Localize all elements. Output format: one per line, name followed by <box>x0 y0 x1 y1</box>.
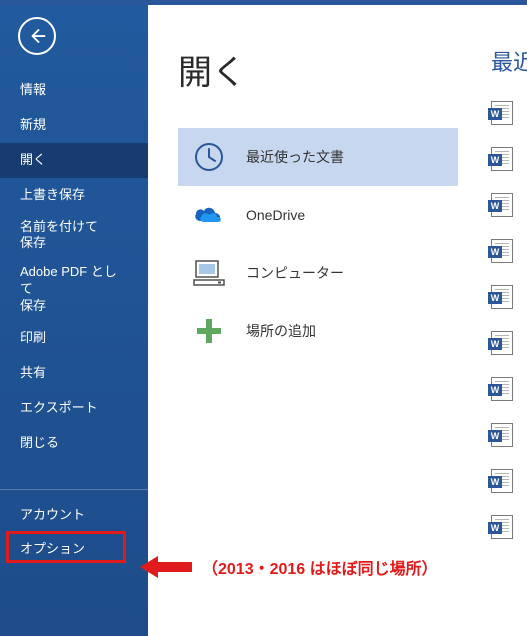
sidebar-item-print[interactable]: 印刷 <box>0 321 148 356</box>
word-document-icon[interactable]: W <box>491 285 513 309</box>
open-location-label: 最近使った文書 <box>246 147 344 167</box>
word-document-icon[interactable]: W <box>491 331 513 355</box>
sidebar-item-adobepdf[interactable]: Adobe PDF として保存 <box>0 258 148 321</box>
word-document-icon[interactable]: W <box>491 469 513 493</box>
word-document-icon[interactable]: W <box>491 515 513 539</box>
word-document-icon[interactable]: W <box>491 147 513 171</box>
sidebar-item-save[interactable]: 上書き保存 <box>0 178 148 213</box>
computer-icon <box>192 256 226 290</box>
open-locations-list: 最近使った文書 OneDrive コンピューター場所の追加 <box>178 128 458 360</box>
sidebar-item-share[interactable]: 共有 <box>0 356 148 391</box>
sidebar: 情報新規開く上書き保存名前を付けて保存Adobe PDF として保存印刷共有エク… <box>0 5 148 636</box>
add-icon <box>192 314 226 348</box>
word-document-icon[interactable]: W <box>491 239 513 263</box>
annotation-text: （2013・2016 はほぼ同じ場所） <box>202 555 438 579</box>
content-area: 開く 最近使った文書OneDriveコンピューター場所の追加 最近 WWWWWW… <box>148 5 527 636</box>
highlight-box <box>6 531 126 563</box>
arrow-left-icon <box>140 554 192 580</box>
sidebar-item-open[interactable]: 開く <box>0 143 148 178</box>
page-title: 開く <box>178 45 527 94</box>
open-location-computer[interactable]: コンピューター <box>178 244 458 302</box>
word-document-icon[interactable]: W <box>491 377 513 401</box>
recent-column: 最近 WWWWWWWWWW <box>491 45 527 561</box>
sidebar-item-info[interactable]: 情報 <box>0 73 148 108</box>
back-arrow-icon <box>28 27 46 45</box>
recent-title: 最近 <box>491 45 527 77</box>
sidebar-item-saveas[interactable]: 名前を付けて保存 <box>0 213 148 259</box>
open-location-clock[interactable]: 最近使った文書 <box>178 128 458 186</box>
open-location-onedrive[interactable]: OneDrive <box>178 186 458 244</box>
back-button[interactable] <box>18 17 56 55</box>
open-location-label: 場所の追加 <box>246 321 316 341</box>
sidebar-item-new[interactable]: 新規 <box>0 108 148 143</box>
open-location-add[interactable]: 場所の追加 <box>178 302 458 360</box>
word-document-icon[interactable]: W <box>491 193 513 217</box>
word-document-icon[interactable]: W <box>491 423 513 447</box>
sidebar-item-close[interactable]: 閉じる <box>0 426 148 461</box>
sidebar-item-account[interactable]: アカウント <box>0 498 148 533</box>
sidebar-item-options[interactable]: オプション <box>0 532 148 567</box>
open-location-label: コンピューター <box>246 263 344 283</box>
open-location-label: OneDrive <box>246 207 305 223</box>
word-document-icon[interactable]: W <box>491 101 513 125</box>
onedrive-icon <box>192 198 226 232</box>
annotation: （2013・2016 はほぼ同じ場所） <box>140 554 438 580</box>
sidebar-divider <box>0 489 148 490</box>
backstage-view: 情報新規開く上書き保存名前を付けて保存Adobe PDF として保存印刷共有エク… <box>0 5 527 636</box>
sidebar-item-export[interactable]: エクスポート <box>0 391 148 426</box>
clock-icon <box>192 140 226 174</box>
